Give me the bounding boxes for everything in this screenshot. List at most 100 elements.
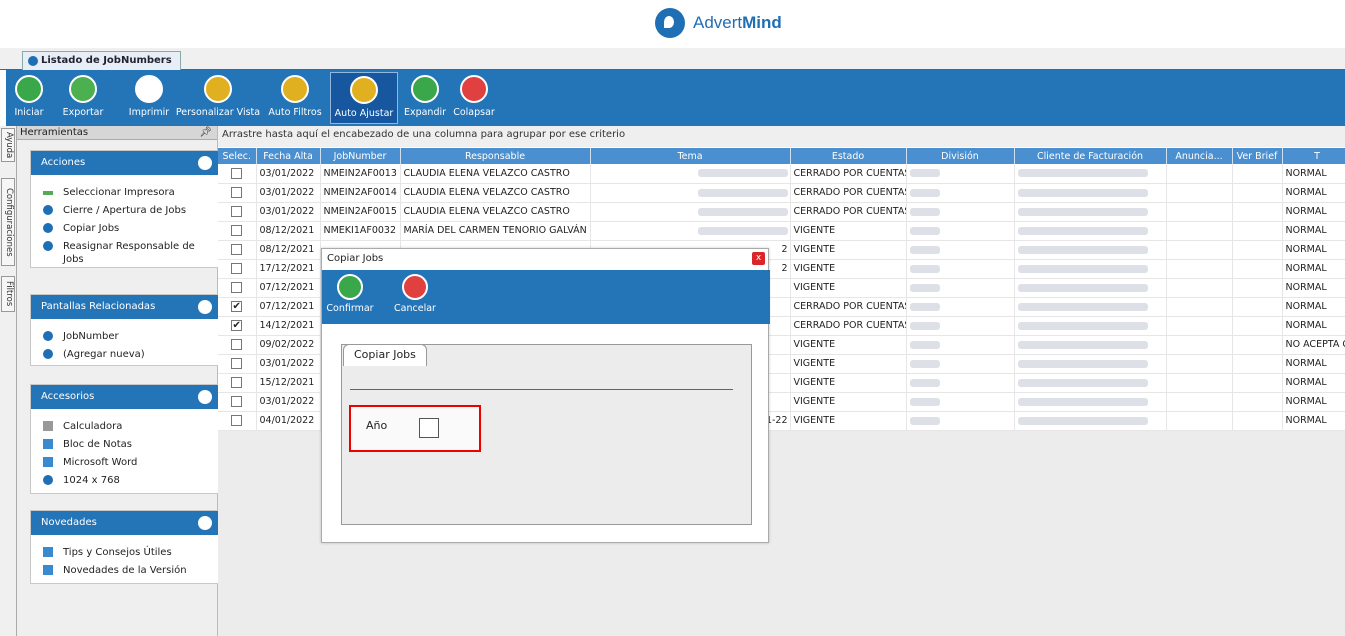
redacted-text (1017, 283, 1148, 292)
toolbar-button-exportar[interactable]: Exportar (58, 72, 108, 124)
table-cell (590, 164, 791, 184)
column-header[interactable]: Responsable (400, 148, 591, 164)
play-icon (15, 75, 43, 103)
cancel-button[interactable]: Cancelar (392, 274, 438, 314)
toolbar-button-auto-ajustar[interactable]: Auto Ajustar (330, 72, 398, 124)
column-header[interactable]: División (906, 148, 1015, 164)
table-cell: 15/12/2021 (256, 373, 321, 393)
redacted-text (1017, 359, 1148, 368)
column-header[interactable]: Tema (590, 148, 791, 164)
column-header[interactable]: JobNumber (320, 148, 401, 164)
column-header[interactable]: Selec. (218, 148, 257, 164)
side-tab-ayuda[interactable]: Ayuda (1, 128, 15, 162)
select-checkbox[interactable] (231, 187, 243, 198)
action-reasignar-responsable[interactable]: Reasignar Responsable de Jobs (31, 240, 218, 266)
table-cell: CERRADO POR CUENTAS (790, 183, 907, 203)
side-tab-filtros[interactable]: Filtros (1, 276, 15, 312)
table-cell (1014, 278, 1167, 298)
collapse-group-icon[interactable] (198, 300, 212, 314)
link-tips-consejos[interactable]: Tips y Consejos Útiles (31, 546, 218, 559)
link-microsoft-word[interactable]: Microsoft Word (31, 456, 218, 469)
tab-copiar-jobs[interactable]: Copiar Jobs (343, 344, 427, 366)
collapse-group-icon[interactable] (198, 156, 212, 170)
column-header[interactable]: Ver Brief (1232, 148, 1283, 164)
action-cierre-apertura[interactable]: Cierre / Apertura de Jobs (31, 204, 218, 217)
select-checkbox[interactable] (231, 358, 243, 369)
group-header[interactable]: Novedades (31, 511, 218, 535)
table-cell (1166, 240, 1233, 260)
table-cell: 04/01/2022 (256, 411, 321, 431)
link-agregar-nueva[interactable]: (Agregar nueva) (31, 348, 218, 361)
column-header[interactable]: Anuncia... (1166, 148, 1233, 164)
group-by-area[interactable]: Arrastre hasta aquí el encabezado de una… (218, 126, 1345, 147)
toolbar-button-label: Exportar (62, 107, 104, 118)
table-cell: NORMAL (1282, 164, 1345, 184)
collapse-group-icon[interactable] (198, 516, 212, 530)
link-novedades-version[interactable]: Novedades de la Versión (31, 564, 218, 577)
link-bloc-de-notas[interactable]: Bloc de Notas (31, 438, 218, 451)
pin-icon[interactable]: 📌︎ (199, 126, 212, 140)
toolbar-button-expandir[interactable]: Expandir (400, 72, 450, 124)
action-seleccionar-impresora[interactable]: Seleccionar Impresora (31, 186, 218, 199)
group-header[interactable]: Acciones (31, 151, 218, 175)
column-header[interactable]: T (1282, 148, 1345, 164)
table-cell (1014, 373, 1167, 393)
tab-listado-jobnumbers[interactable]: Listado de JobNumbers (22, 51, 181, 70)
select-checkbox[interactable] (231, 244, 243, 255)
toolbar-button-iniciar[interactable]: Iniciar (10, 72, 48, 124)
table-cell: VIGENTE (790, 354, 907, 374)
table-cell (1232, 183, 1283, 203)
table-cell (906, 202, 1015, 222)
table-cell (218, 183, 257, 203)
close-icon[interactable]: x (752, 252, 765, 265)
toolbar-button-imprimir[interactable]: Imprimir (122, 72, 176, 124)
table-cell: NORMAL (1282, 240, 1345, 260)
table-row[interactable]: 08/12/2021 NMEKI1AF0032 MARÍA DEL CARMEN T… (218, 221, 1345, 241)
select-checkbox[interactable] (231, 339, 243, 350)
table-cell (1232, 335, 1283, 355)
table-cell (218, 411, 257, 431)
table-cell: CERRADO POR CUENTAS (790, 297, 907, 317)
column-header[interactable]: Cliente de Facturación (1014, 148, 1167, 164)
table-cell (1166, 202, 1233, 222)
table-cell (1166, 411, 1233, 431)
link-jobnumber[interactable]: JobNumber (31, 330, 218, 343)
column-header[interactable]: Estado (790, 148, 907, 164)
collapse-group-icon[interactable] (198, 390, 212, 404)
divider (350, 389, 733, 390)
table-cell: NO ACEPTA C. (1282, 335, 1345, 355)
table-row[interactable]: 03/01/2022 NMEIN2AF0014 CLAUDIA ELENA VELA… (218, 183, 1345, 203)
redacted-text (1017, 264, 1148, 273)
year-input[interactable] (419, 418, 439, 438)
table-row[interactable]: 03/01/2022 NMEIN2AF0015 CLAUDIA ELENA VELA… (218, 202, 1345, 222)
column-header[interactable]: Fecha Alta (256, 148, 321, 164)
group-header[interactable]: Accesorios (31, 385, 218, 409)
table-cell (218, 335, 257, 355)
select-checkbox[interactable] (231, 263, 243, 274)
link-calculadora[interactable]: Calculadora (31, 420, 218, 433)
side-tab-configuraciones[interactable]: Configuraciones (1, 178, 15, 266)
select-checkbox[interactable] (231, 282, 243, 293)
table-cell (1166, 259, 1233, 279)
action-copiar-jobs[interactable]: Copiar Jobs (31, 222, 218, 235)
select-checkbox[interactable] (231, 225, 243, 236)
toolbar-button-personalizar-vista[interactable]: Personalizar Vista (174, 72, 262, 124)
confirm-button[interactable]: Confirmar (326, 274, 374, 314)
expand-icon (411, 75, 439, 103)
select-checkbox[interactable] (231, 206, 243, 217)
select-checkbox[interactable]: ✔ (231, 301, 243, 312)
toolbar-button-auto-filtros[interactable]: Auto Filtros (264, 72, 326, 124)
group-header[interactable]: Pantallas Relacionadas (31, 295, 218, 319)
select-checkbox[interactable]: ✔ (231, 320, 243, 331)
toolbar-button-colapsar[interactable]: Colapsar (452, 72, 496, 124)
auto-fit-icon (350, 76, 378, 104)
select-checkbox[interactable] (231, 415, 243, 426)
table-cell: NORMAL (1282, 411, 1345, 431)
link-resolution-1024[interactable]: 1024 x 768 (31, 474, 218, 487)
select-checkbox[interactable] (231, 167, 243, 179)
select-checkbox[interactable] (231, 377, 243, 388)
table-cell: NORMAL (1282, 202, 1345, 222)
select-checkbox[interactable] (231, 396, 243, 407)
side-tab-strip: Ayuda Configuraciones Filtros (0, 126, 17, 636)
table-row[interactable]: 03/01/2022 NMEIN2AF0013 CLAUDIA ELENA VELA… (218, 164, 1345, 184)
